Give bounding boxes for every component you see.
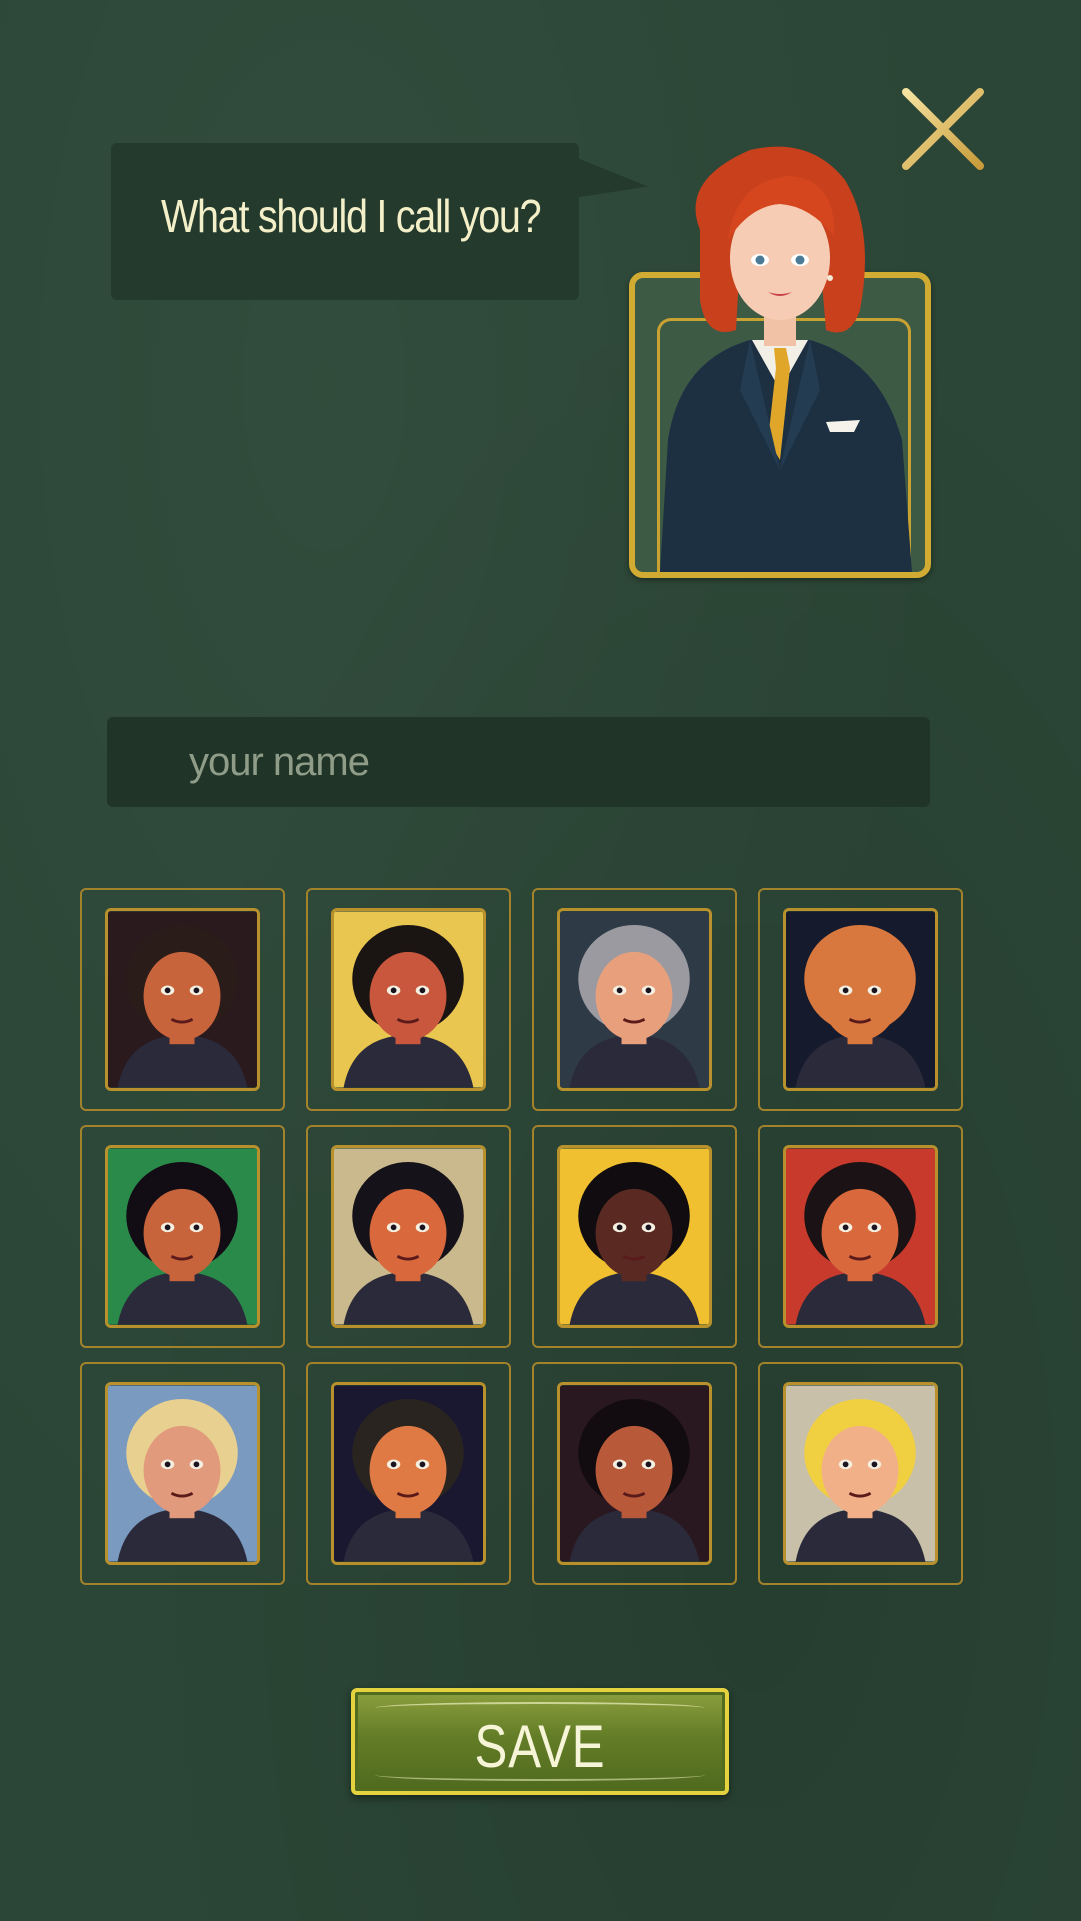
- avatar-option-12[interactable]: [758, 1362, 963, 1585]
- avatar-option-8[interactable]: [758, 1125, 963, 1348]
- avatar-portrait: [557, 908, 712, 1091]
- avatar-option-5[interactable]: [80, 1125, 285, 1348]
- save-button-label: SAVE: [474, 1713, 606, 1780]
- dialog-prompt: What should I call you?: [161, 190, 542, 242]
- avatar-portrait: [105, 1382, 260, 1565]
- avatar-portrait: [105, 908, 260, 1091]
- host-portrait: [660, 146, 912, 572]
- speech-bubble-tail: [576, 157, 648, 227]
- avatar-portrait: [331, 1145, 486, 1328]
- avatar-option-7[interactable]: [532, 1125, 737, 1348]
- avatar-option-2[interactable]: [306, 888, 511, 1111]
- avatar-portrait: [331, 1382, 486, 1565]
- speech-bubble: What should I call you?: [111, 143, 579, 300]
- avatar-portrait: [783, 1145, 938, 1328]
- avatar-option-9[interactable]: [80, 1362, 285, 1585]
- avatar-portrait: [783, 908, 938, 1091]
- avatar-portrait: [557, 1145, 712, 1328]
- save-button[interactable]: SAVE: [351, 1688, 729, 1795]
- avatar-option-11[interactable]: [532, 1362, 737, 1585]
- avatar-portrait: [557, 1382, 712, 1565]
- avatar-portrait: [783, 1382, 938, 1565]
- avatar-option-10[interactable]: [306, 1362, 511, 1585]
- avatar-portrait: [105, 1145, 260, 1328]
- avatar-option-4[interactable]: [758, 888, 963, 1111]
- avatar-option-1[interactable]: [80, 888, 285, 1111]
- avatar-portrait: [331, 908, 486, 1091]
- name-input[interactable]: [107, 717, 930, 807]
- avatar-option-6[interactable]: [306, 1125, 511, 1348]
- avatar-option-3[interactable]: [532, 888, 737, 1111]
